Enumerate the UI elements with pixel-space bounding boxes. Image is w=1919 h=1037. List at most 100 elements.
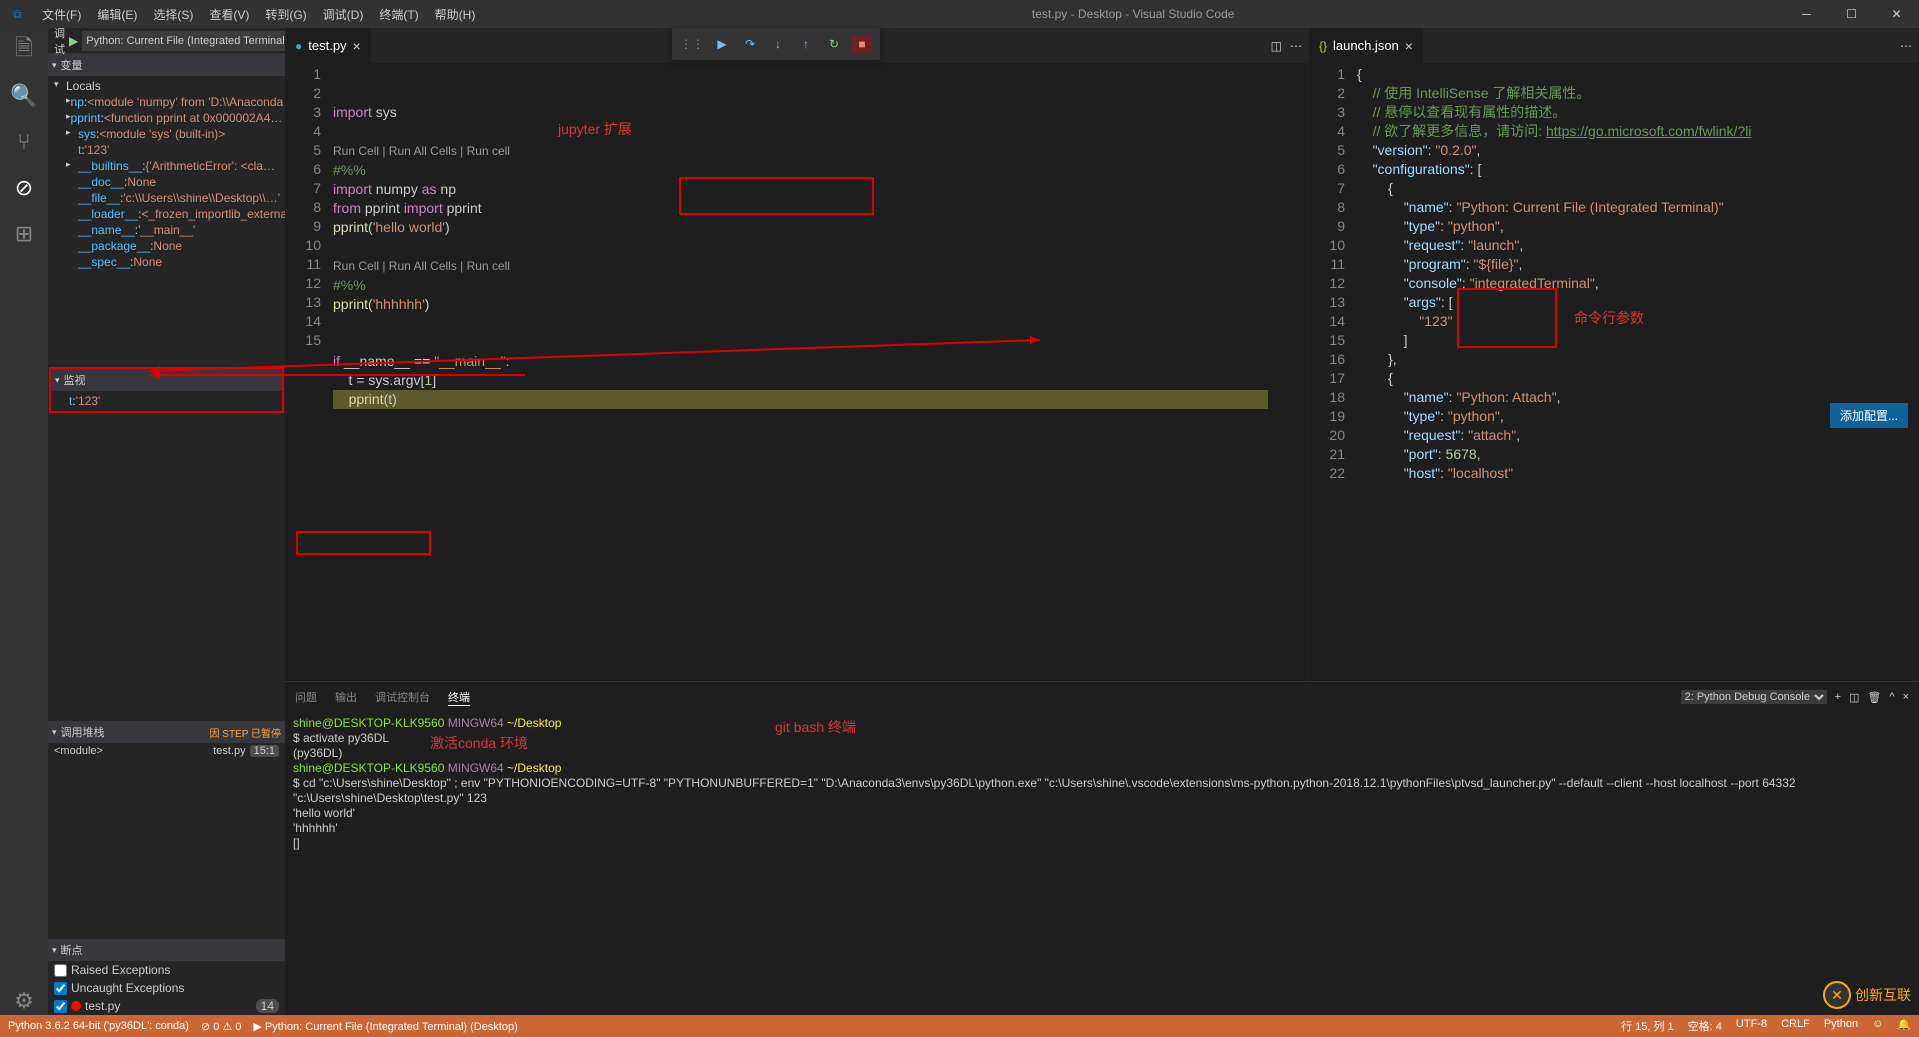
close-panel-icon[interactable]: × [1903,691,1909,703]
debug-toolbar[interactable]: ⋮⋮ ▶ ↷ ↓ ↑ ↻ ■ [672,28,880,60]
status-bell-icon[interactable]: 🔔 [1897,1018,1911,1034]
menu-file[interactable]: 文件(F) [35,2,88,27]
status-eol[interactable]: CRLF [1781,1018,1810,1034]
raised-exceptions-checkbox[interactable] [54,964,67,977]
new-terminal-icon[interactable]: + [1835,691,1841,703]
start-debug-button[interactable]: ▶ [69,34,78,48]
status-bar: Python 3.6.2 64-bit ('py36DL': conda) ⊘ … [0,1015,1919,1037]
menu-goto[interactable]: 转到(G) [258,2,313,27]
locals-scope[interactable]: Locals [66,79,101,93]
panel-tab-terminal[interactable]: 终端 [448,689,470,706]
more-actions-icon[interactable]: ⋯ [1290,39,1302,53]
menu-view[interactable]: 查看(V) [202,2,256,27]
maximize-panel-icon[interactable]: ^ [1889,691,1894,703]
menu-bar: 文件(F) 编辑(E) 选择(S) 查看(V) 转到(G) 调试(D) 终端(T… [35,2,482,27]
watch-expr[interactable]: t [69,394,72,408]
panel-tab-debugconsole[interactable]: 调试控制台 [375,689,430,705]
debug-sidebar: 调试 ▶ Python: Current File (Integrated Te… [48,28,285,1015]
status-problems[interactable]: ⊘ 0 ⚠ 0 [201,1020,241,1033]
menu-help[interactable]: 帮助(H) [428,2,483,27]
callstack-frame[interactable]: <module>test.py15:1 [48,743,285,759]
annotation-label: 激活conda 环境 [430,736,528,751]
breakpoint-checkbox[interactable] [54,1000,67,1013]
debug-config-select[interactable]: Python: Current File (Integrated Termina… [82,31,305,51]
restart-button[interactable]: ↻ [824,37,844,51]
status-python[interactable]: Python 3.6.2 64-bit ('py36DL': conda) [8,1020,189,1032]
var-name[interactable]: __builtins__ [78,159,142,173]
menu-edit[interactable]: 编辑(E) [90,2,144,27]
status-encoding[interactable]: UTF-8 [1736,1018,1767,1034]
scm-icon[interactable]: ⑂ [10,128,38,156]
grip-icon[interactable]: ⋮⋮ [680,37,704,51]
step-into-button[interactable]: ↓ [768,37,788,51]
stop-button[interactable]: ■ [852,35,872,53]
activity-bar: 🗎 🔍 ⑂ ⊘ ⊞ ⚙ [0,28,48,1015]
annotation-box [679,177,874,215]
status-debug-target[interactable]: ▶ Python: Current File (Integrated Termi… [253,1020,517,1033]
extensions-icon[interactable]: ⊞ [10,220,38,248]
status-language[interactable]: Python [1824,1018,1858,1034]
editor-right: {}launch.json× ⋯ 12345678910111213141516… [1309,28,1919,681]
close-window-button[interactable]: ✕ [1874,0,1919,28]
var-name[interactable]: pprint [71,111,101,125]
status-feedback-icon[interactable]: ☺ [1872,1018,1883,1034]
step-over-button[interactable]: ↷ [740,37,760,51]
title-bar: ⧉ 文件(F) 编辑(E) 选择(S) 查看(V) 转到(G) 调试(D) 终端… [0,0,1919,28]
var-name[interactable]: t [78,143,81,157]
code-editor[interactable]: { // 使用 IntelliSense 了解相关属性。 // 悬停以查看现有属… [1357,63,1878,681]
var-name[interactable]: __loader__ [78,207,138,221]
callstack-header[interactable]: ▾调用堆栈因 STEP 已暂停 [48,721,285,743]
menu-debug[interactable]: 调试(D) [316,2,371,27]
annotation-label: jupyter 扩展 [558,120,632,139]
breakpoint-dot-icon [71,1001,81,1011]
python-file-icon: ● [295,39,302,53]
breakpoints-header[interactable]: ▾断点 [48,939,285,961]
uncaught-exceptions-checkbox[interactable] [54,982,67,995]
panel-tab-output[interactable]: 输出 [335,689,357,705]
terminal[interactable]: shine@DESKTOP-KLK9560 MINGW64 ~/Desktop … [285,712,1919,1015]
annotation-label: 命令行参数 [1574,308,1644,328]
status-spaces[interactable]: 空格: 4 [1688,1018,1722,1034]
maximize-button[interactable]: ☐ [1829,0,1874,28]
split-editor-icon[interactable]: ◫ [1271,39,1282,53]
tab-test-py[interactable]: ●test.py× [285,28,371,63]
split-terminal-icon[interactable]: ◫ [1849,691,1859,704]
vscode-logo-icon: ⧉ [0,7,35,22]
json-file-icon: {} [1319,39,1327,53]
minimap[interactable] [1878,63,1918,681]
step-out-button[interactable]: ↑ [796,37,816,51]
watermark-logo: ✕创新互联 [1823,981,1911,1009]
panel-tab-problems[interactable]: 问题 [295,689,317,705]
kill-terminal-icon[interactable]: 🗑 [1867,691,1881,704]
debug-label: 调试 [54,25,65,57]
tab-launch-json[interactable]: {}launch.json× [1309,28,1423,63]
annotation-label: git bash 终端 [775,720,856,735]
var-name[interactable]: __name__ [78,223,135,237]
var-name[interactable]: __package__ [78,239,150,253]
watch-header[interactable]: ▾监视 [51,369,282,391]
continue-button[interactable]: ▶ [712,37,732,51]
var-name[interactable]: sys [78,127,96,141]
variables-header[interactable]: ▾变量 [48,54,285,76]
window-title: test.py - Desktop - Visual Studio Code [482,7,1784,21]
more-actions-icon[interactable]: ⋯ [1900,39,1912,53]
debug-icon[interactable]: ⊘ [10,174,38,202]
minimap[interactable] [1268,63,1308,681]
search-icon[interactable]: 🔍 [10,82,38,110]
var-name[interactable]: __spec__ [78,255,130,269]
var-name[interactable]: np [71,95,84,109]
add-configuration-button[interactable]: 添加配置... [1830,403,1908,428]
settings-gear-icon[interactable]: ⚙ [10,987,38,1015]
menu-terminal[interactable]: 终端(T) [372,2,425,27]
var-name[interactable]: __doc__ [78,175,124,189]
code-editor[interactable]: import sys Run Cell | Run All Cells | Ru… [333,63,1268,681]
var-name[interactable]: __file__ [78,191,120,205]
close-tab-icon[interactable]: × [1405,38,1413,54]
panel: 问题 输出 调试控制台 终端 2: Python Debug Console +… [285,681,1919,1015]
close-tab-icon[interactable]: × [353,38,361,54]
minimize-button[interactable]: ─ [1784,0,1829,28]
explorer-icon[interactable]: 🗎 [10,36,38,64]
status-cursor[interactable]: 行 15, 列 1 [1621,1018,1674,1034]
menu-select[interactable]: 选择(S) [146,2,200,27]
terminal-select[interactable]: 2: Python Debug Console [1681,690,1827,704]
